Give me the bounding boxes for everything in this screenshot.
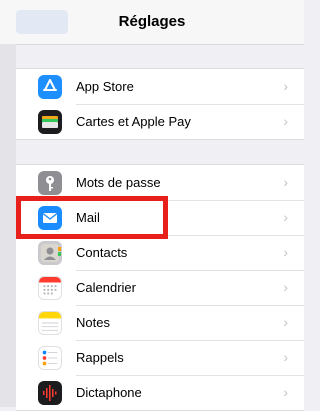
contacts-icon — [38, 241, 62, 265]
chevron-right-icon: › — [283, 244, 288, 260]
chevron-right-icon: › — [283, 78, 288, 94]
sidebar-edge — [0, 44, 16, 407]
settings-row-label: Mail — [76, 210, 100, 225]
settings-row-reminders[interactable]: Rappels › — [16, 340, 304, 375]
chevron-right-icon: › — [283, 384, 288, 400]
reminders-icon — [38, 346, 62, 370]
app-store-icon — [38, 75, 62, 99]
settings-row-label: Cartes et Apple Pay — [76, 114, 191, 129]
settings-row-app-store[interactable]: App Store › — [16, 69, 304, 104]
settings-row-label: Contacts — [76, 245, 128, 260]
settings-row-calendar[interactable]: Calendrier › — [16, 270, 304, 305]
calendar-icon — [38, 276, 62, 300]
wallet-icon — [38, 110, 62, 134]
settings-row-mail[interactable]: Mail › — [16, 200, 304, 235]
settings-row-label: Notes — [76, 315, 110, 330]
settings-row-label: Dictaphone — [76, 385, 142, 400]
page-title: Réglages — [118, 13, 186, 30]
settings-row-label: App Store — [76, 79, 134, 94]
voice-memos-icon — [38, 381, 62, 405]
mail-icon — [38, 206, 62, 230]
key-icon — [38, 171, 62, 195]
settings-group-apps: Mots de passe › Mail › Contacts › Calend… — [16, 164, 304, 411]
settings-row-contacts[interactable]: Contacts › — [16, 235, 304, 270]
chevron-right-icon: › — [283, 174, 288, 190]
settings-row-label: Calendrier — [76, 280, 136, 295]
chevron-right-icon: › — [283, 314, 288, 330]
settings-row-voice-memos[interactable]: Dictaphone › — [16, 375, 304, 410]
notes-icon — [38, 311, 62, 335]
navigation-bar: Réglages — [0, 0, 304, 45]
chevron-right-icon: › — [283, 279, 288, 295]
settings-row-passwords[interactable]: Mots de passe › — [16, 165, 304, 200]
settings-row-label: Rappels — [76, 350, 124, 365]
chevron-right-icon: › — [283, 349, 288, 365]
chevron-right-icon: › — [283, 113, 288, 129]
chevron-right-icon: › — [283, 209, 288, 225]
settings-group-store: App Store › Cartes et Apple Pay › — [16, 68, 304, 140]
settings-row-notes[interactable]: Notes › — [16, 305, 304, 340]
settings-row-label: Mots de passe — [76, 175, 161, 190]
settings-row-wallet[interactable]: Cartes et Apple Pay › — [16, 104, 304, 139]
